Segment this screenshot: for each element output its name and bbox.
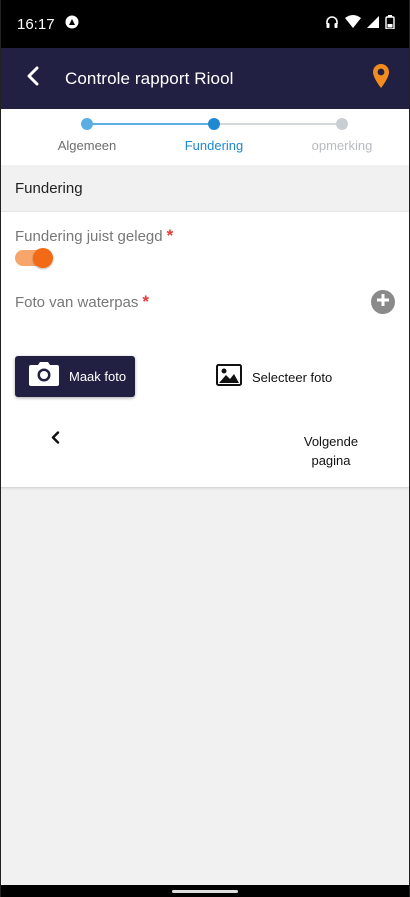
step-connector-done bbox=[87, 123, 214, 125]
step-label-opmerking[interactable]: opmerking bbox=[287, 138, 397, 153]
status-bar: 16:17 bbox=[1, 0, 409, 48]
signal-icon bbox=[367, 15, 379, 33]
toggle-knob bbox=[33, 248, 53, 268]
field-foto-label: Foto van waterpas * bbox=[15, 292, 149, 312]
step-dot-opmerking bbox=[336, 118, 348, 130]
add-photo-button[interactable] bbox=[371, 290, 395, 314]
back-button[interactable] bbox=[19, 65, 47, 93]
step-label-algemeen[interactable]: Algemeen bbox=[32, 138, 142, 153]
location-button[interactable] bbox=[367, 63, 395, 94]
wifi-icon bbox=[345, 15, 361, 33]
page-title: Controle rapport Riool bbox=[65, 68, 234, 88]
headphones-icon bbox=[325, 15, 339, 33]
required-marker: * bbox=[142, 292, 150, 311]
take-photo-label: Maak foto bbox=[69, 369, 127, 384]
app-bar: Controle rapport Riool bbox=[1, 48, 409, 109]
fundering-toggle[interactable] bbox=[15, 248, 53, 268]
field-fundering-label-text: Fundering juist gelegd bbox=[15, 228, 163, 245]
select-photo-label: Selecteer foto bbox=[252, 370, 333, 385]
step-dot-algemeen bbox=[81, 118, 93, 130]
field-foto-label-text: Foto van waterpas bbox=[15, 294, 139, 311]
step-indicator: Algemeen Fundering opmerking bbox=[1, 109, 409, 165]
required-marker: * bbox=[166, 226, 174, 245]
next-page-label-line1: Volgende bbox=[303, 434, 359, 449]
form-card: Fundering juist gelegd * Foto van waterpa… bbox=[1, 212, 409, 488]
step-dot-fundering bbox=[208, 118, 220, 130]
image-icon bbox=[216, 364, 242, 391]
next-page-label-line2: pagina bbox=[311, 453, 351, 468]
app-frame: 16:17 Controle rapport Riool Algemeen Fu… bbox=[0, 0, 410, 897]
chevron-left-icon bbox=[26, 66, 40, 91]
next-page-button[interactable]: Volgende pagina bbox=[291, 432, 371, 470]
section-title: Fundering bbox=[1, 165, 409, 212]
map-pin-icon bbox=[372, 63, 390, 94]
camera-icon bbox=[29, 362, 59, 391]
home-gesture-handle[interactable] bbox=[172, 889, 238, 893]
battery-icon bbox=[385, 15, 395, 33]
select-photo-button[interactable]: Selecteer foto bbox=[216, 364, 332, 391]
system-nav-bar bbox=[1, 885, 409, 897]
step-connector-upcoming bbox=[214, 123, 342, 125]
field-fundering-label: Fundering juist gelegd * bbox=[15, 226, 173, 246]
status-time: 16:17 bbox=[17, 15, 55, 33]
previous-page-button[interactable] bbox=[45, 430, 65, 450]
take-photo-button[interactable]: Maak foto bbox=[15, 356, 135, 397]
chevron-left-icon bbox=[51, 431, 60, 449]
step-label-fundering[interactable]: Fundering bbox=[159, 138, 269, 153]
plus-icon bbox=[376, 293, 390, 312]
assistant-icon bbox=[65, 15, 79, 33]
